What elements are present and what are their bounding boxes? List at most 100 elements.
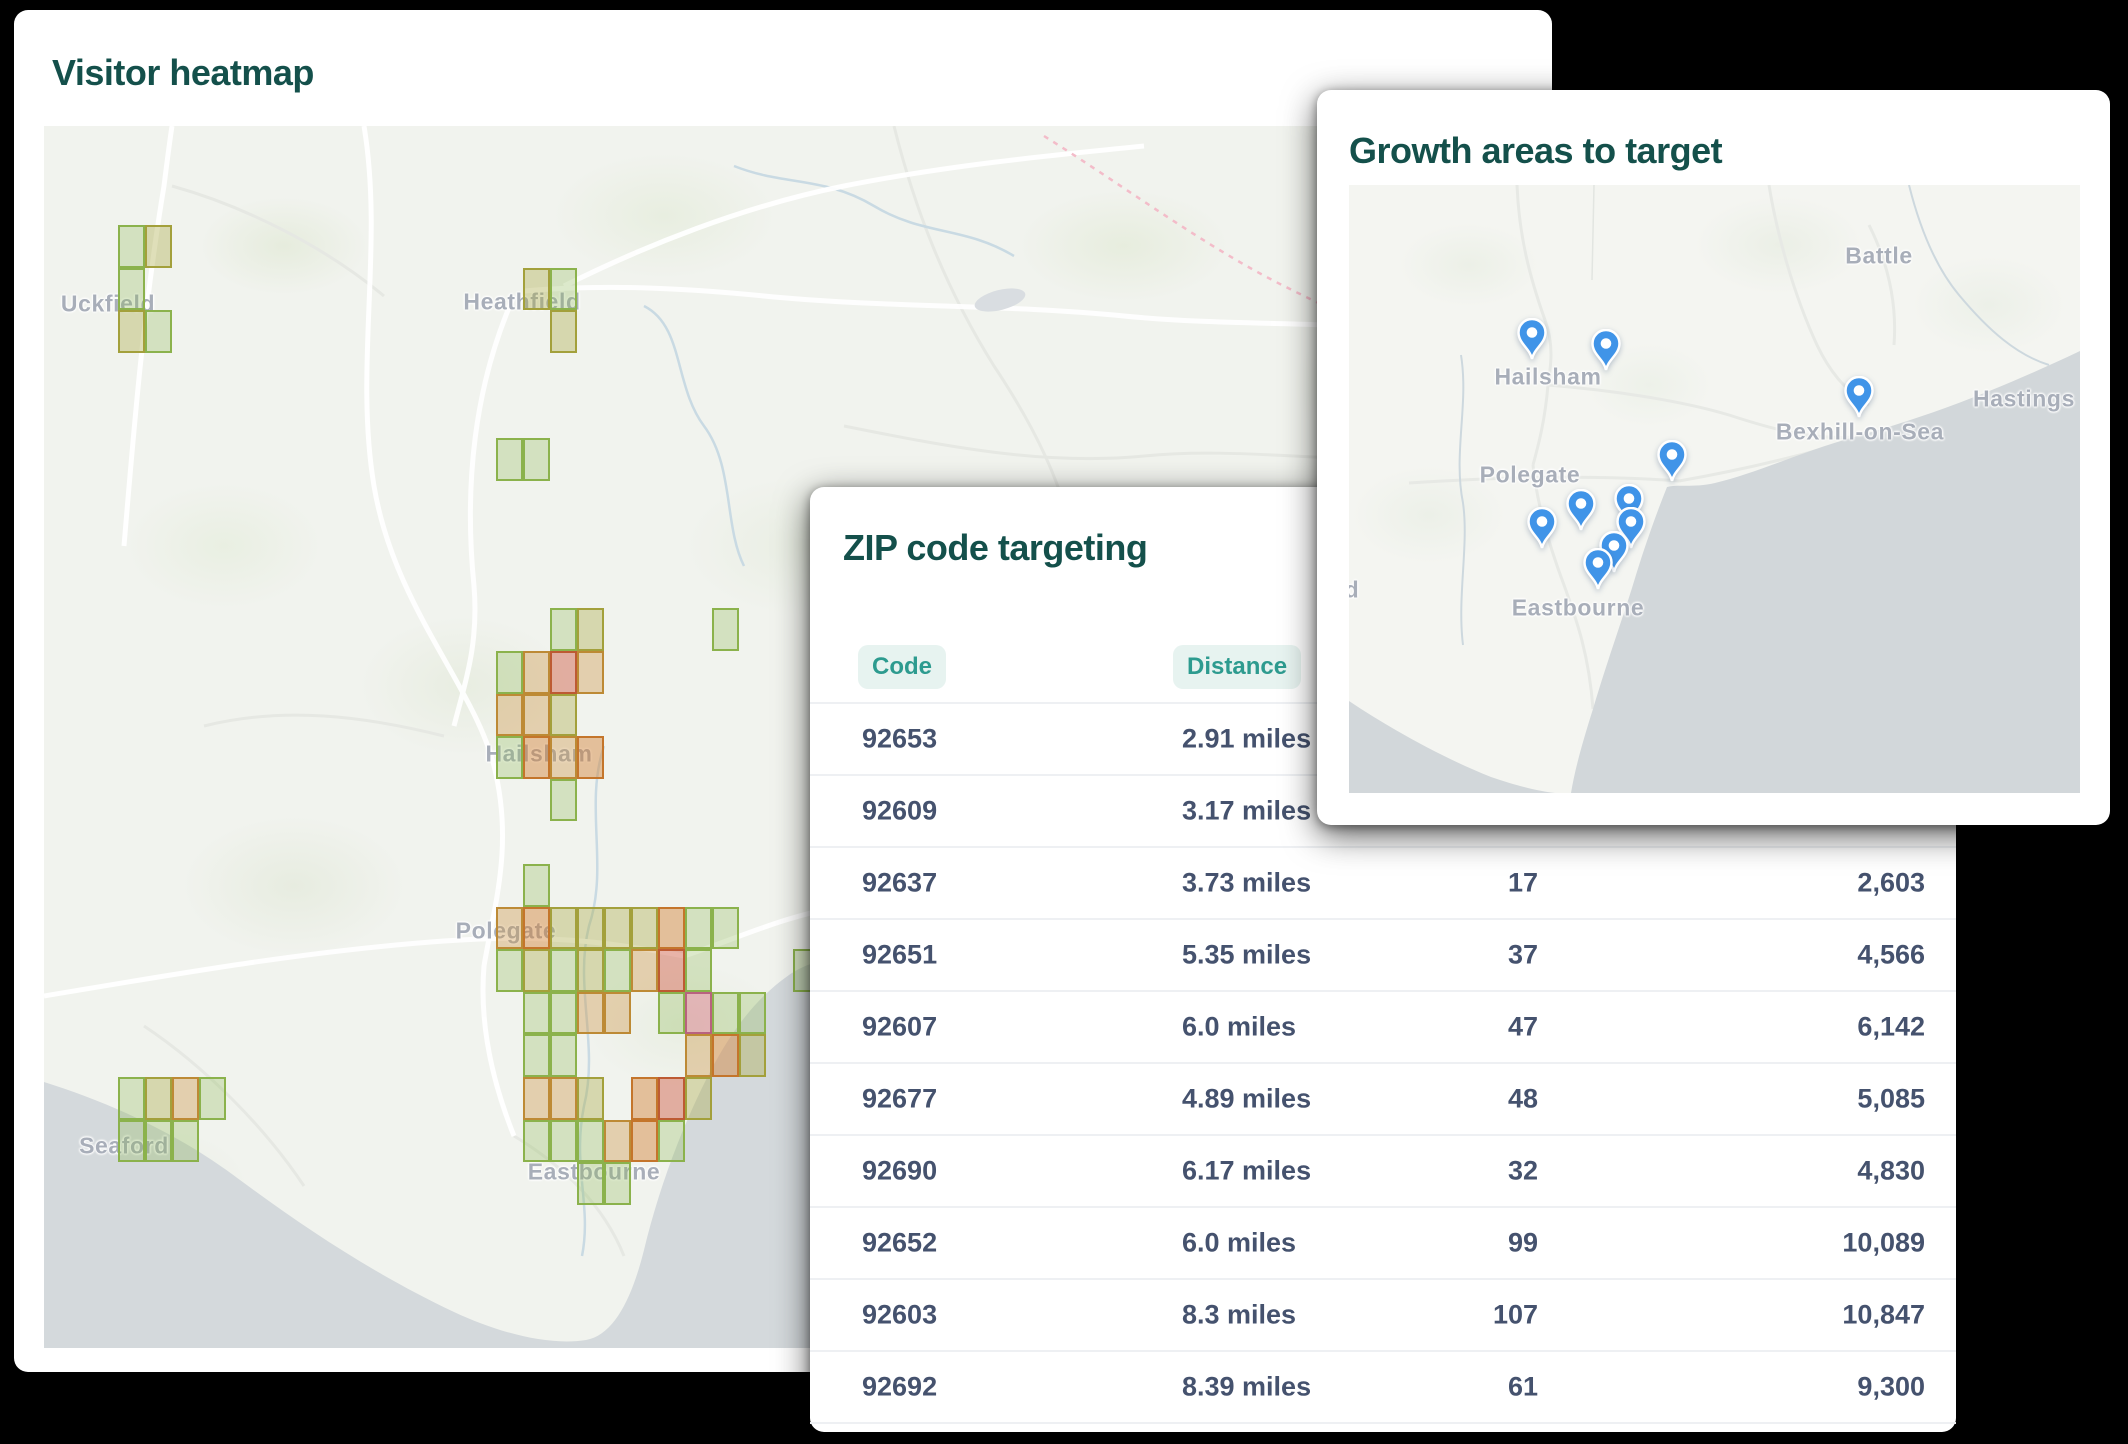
heat-cell — [712, 992, 739, 1035]
heat-cell — [523, 736, 550, 779]
sea — [1349, 701, 1555, 793]
heat-cell — [523, 907, 550, 950]
heat-cell — [523, 864, 550, 907]
map-place-label: Hastings — [1973, 386, 2075, 413]
zip-code-cell: 92637 — [862, 868, 937, 899]
heat-cell — [685, 949, 712, 992]
distance-cell: 3.73 miles — [1182, 868, 1311, 899]
zip-code-cell: 92652 — [862, 1228, 937, 1259]
column-header-distance[interactable]: Distance — [1173, 645, 1301, 689]
map-pin-icon[interactable] — [1580, 548, 1616, 590]
total-cell: 5,085 — [1857, 1084, 1925, 1115]
heat-cell — [523, 1077, 550, 1120]
zip-code-cell: 92651 — [862, 940, 937, 971]
heat-cell — [496, 907, 523, 950]
heat-cell — [118, 225, 145, 268]
heat-cell — [523, 268, 550, 311]
table-row: 92692 8.39 miles 61 9,300 — [810, 1350, 1956, 1424]
heat-cell — [658, 907, 685, 950]
distance-cell: 6.0 miles — [1182, 1012, 1296, 1043]
heat-cell — [550, 907, 577, 950]
distance-cell: 6.0 miles — [1182, 1228, 1296, 1259]
growth-areas-map[interactable]: BattleHastingsBexhill-on-SeaHailshamPole… — [1349, 185, 2080, 793]
heat-cell — [523, 651, 550, 694]
heat-cell — [631, 1120, 658, 1163]
map-pin-icon[interactable] — [1654, 440, 1690, 482]
heat-cell — [145, 1077, 172, 1120]
distance-cell: 5.35 miles — [1182, 940, 1311, 971]
heat-cell — [550, 268, 577, 311]
heat-cell — [604, 949, 631, 992]
heat-cell — [712, 907, 739, 950]
table-row: 92607 6.0 miles 47 6,142 — [810, 990, 1956, 1062]
heat-cell — [550, 310, 577, 353]
heat-cell — [739, 1034, 766, 1077]
distance-cell: 8.3 miles — [1182, 1300, 1296, 1331]
total-cell: 2,603 — [1857, 868, 1925, 899]
column-header-code[interactable]: Code — [858, 645, 946, 689]
table-row: 92652 6.0 miles 99 10,089 — [810, 1206, 1956, 1278]
count-cell: 37 — [1508, 940, 1538, 971]
heat-cell — [118, 1077, 145, 1120]
distance-cell: 6.17 miles — [1182, 1156, 1311, 1187]
growth-areas-title: Growth areas to target — [1349, 130, 1722, 172]
heat-cell — [712, 1034, 739, 1077]
zip-code-cell: 92653 — [862, 724, 937, 755]
heat-cell — [685, 907, 712, 950]
heat-cell — [523, 1034, 550, 1077]
heat-cell — [577, 992, 604, 1035]
map-pin-icon[interactable] — [1841, 376, 1877, 418]
heat-cell — [712, 608, 739, 651]
heat-cell — [550, 949, 577, 992]
heat-cell — [550, 694, 577, 737]
heat-cell — [523, 992, 550, 1035]
heat-cell — [604, 1120, 631, 1163]
total-cell: 4,830 — [1857, 1156, 1925, 1187]
map-pin-icon[interactable] — [1524, 507, 1560, 549]
heat-cell — [118, 310, 145, 353]
heat-cell — [118, 268, 145, 311]
heat-cell — [577, 1120, 604, 1163]
zip-code-cell: 92692 — [862, 1372, 937, 1403]
heat-cell — [577, 907, 604, 950]
heat-cell — [658, 949, 685, 992]
heat-cell — [685, 1034, 712, 1077]
count-cell: 47 — [1508, 1012, 1538, 1043]
heat-cell — [118, 1120, 145, 1163]
heat-cell — [550, 736, 577, 779]
zip-code-cell: 92677 — [862, 1084, 937, 1115]
table-row: 92603 8.3 miles 107 10,847 — [810, 1278, 1956, 1350]
distance-cell: 4.89 miles — [1182, 1084, 1311, 1115]
total-cell: 9,300 — [1857, 1372, 1925, 1403]
map-place-label: Eastbourne — [1512, 595, 1645, 622]
heat-cell — [658, 1120, 685, 1163]
total-cell: 10,847 — [1842, 1300, 1925, 1331]
heat-cell — [577, 736, 604, 779]
count-cell: 61 — [1508, 1372, 1538, 1403]
heat-cell — [685, 1077, 712, 1120]
sea — [1571, 351, 2080, 793]
visitor-heatmap-title: Visitor heatmap — [52, 52, 314, 94]
heat-cell — [658, 992, 685, 1035]
heat-cell — [523, 949, 550, 992]
total-cell: 4,566 — [1857, 940, 1925, 971]
table-row: 92677 4.89 miles 48 5,085 — [810, 1062, 1956, 1134]
heat-cell — [739, 992, 766, 1035]
heat-cell — [172, 1077, 199, 1120]
table-row: 92651 5.35 miles 37 4,566 — [810, 918, 1956, 990]
map-place-label: Battle — [1845, 243, 1913, 270]
map-place-label: Bexhill-on-Sea — [1776, 419, 1944, 446]
table-row: 92690 6.17 miles 32 4,830 — [810, 1134, 1956, 1206]
heat-cell — [172, 1120, 199, 1163]
heat-cell — [496, 736, 523, 779]
map-pin-icon[interactable] — [1588, 329, 1624, 371]
heat-cell — [658, 1077, 685, 1120]
heat-cell — [685, 992, 712, 1035]
heat-cell — [550, 651, 577, 694]
zip-code-cell: 92690 — [862, 1156, 937, 1187]
map-pin-icon[interactable] — [1563, 489, 1599, 531]
total-cell: 10,089 — [1842, 1228, 1925, 1259]
heat-cell — [550, 992, 577, 1035]
map-pin-icon[interactable] — [1514, 318, 1550, 360]
heat-cell — [577, 1162, 604, 1205]
